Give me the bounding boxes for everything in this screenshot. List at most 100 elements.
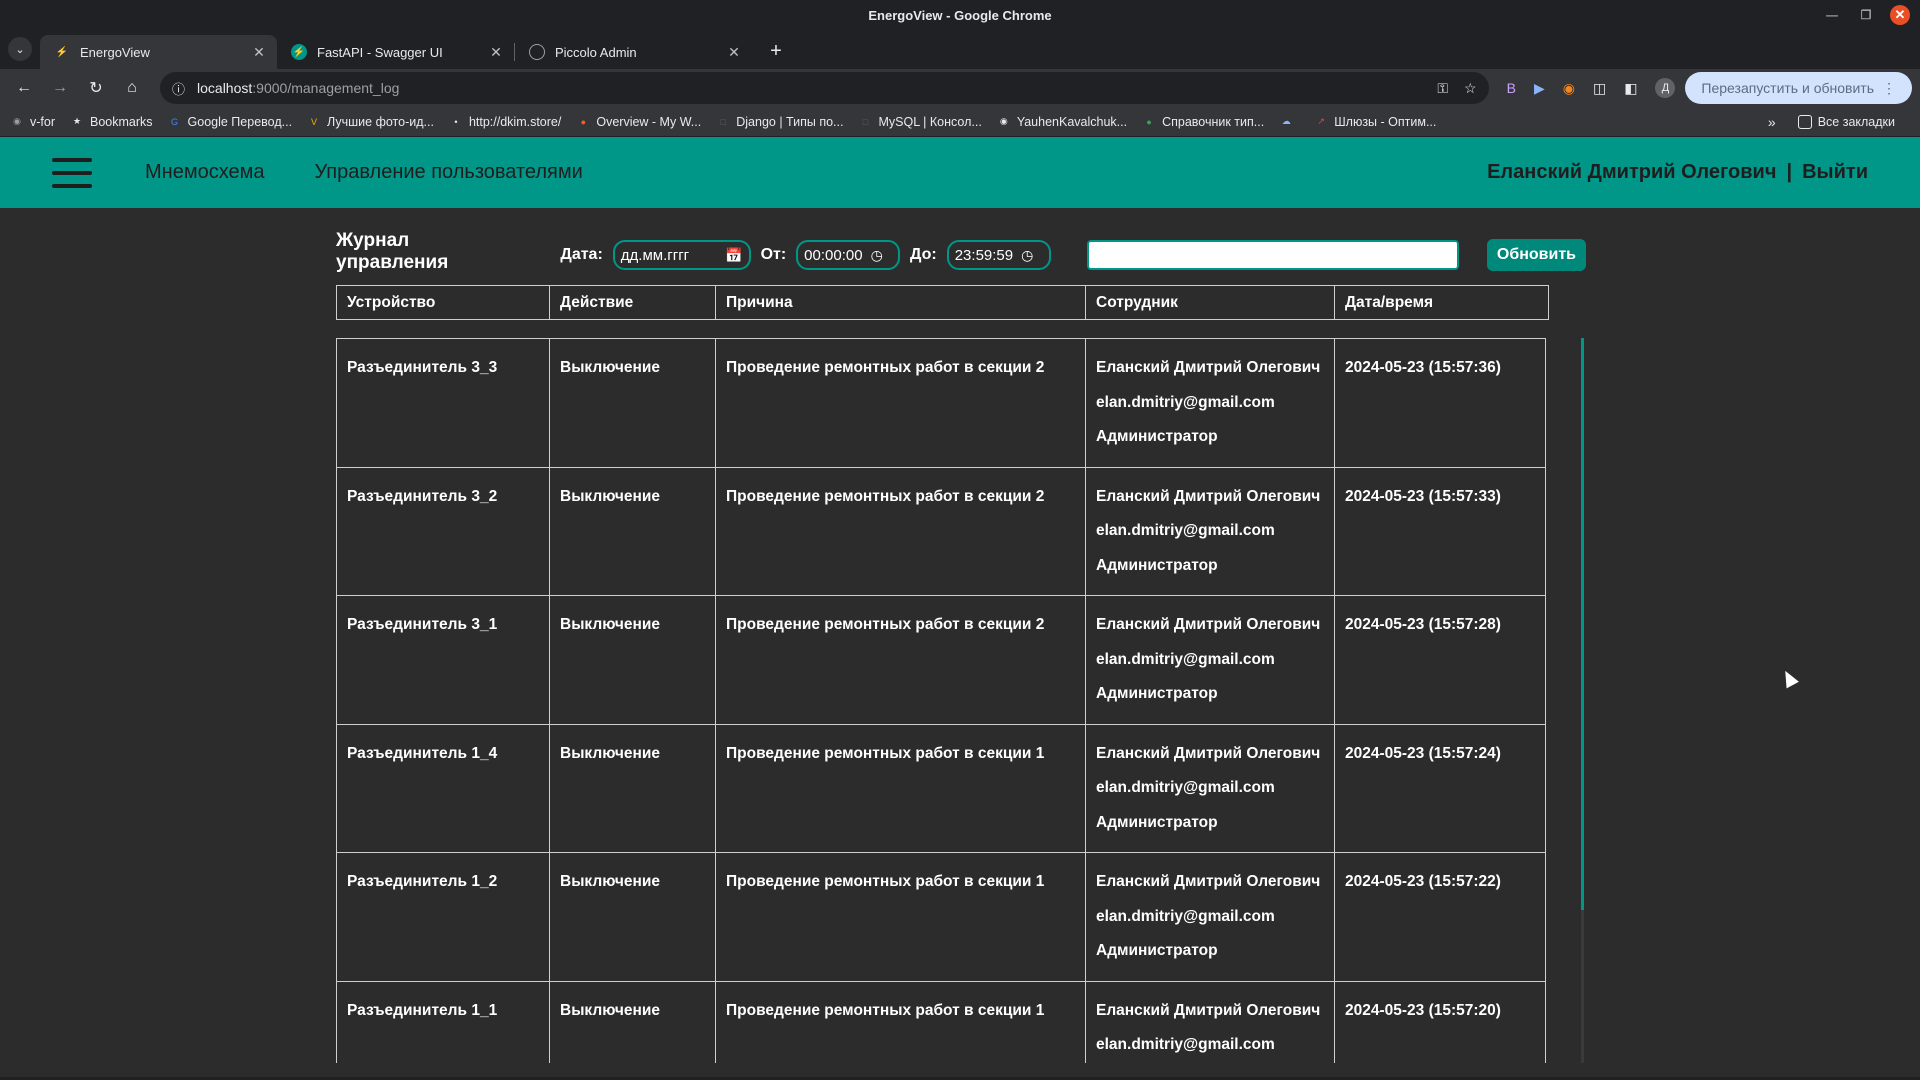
log-table-scroll-area[interactable]: Разъединитель 3_3 Выключение Проведение ре… bbox=[336, 338, 1546, 1063]
forward-arrow-icon[interactable]: → bbox=[44, 72, 76, 104]
site-info-icon[interactable]: ⓘ bbox=[172, 79, 185, 98]
cell-reason: Проведение ремонтных работ в секции 1 bbox=[726, 873, 1045, 890]
tab-close-icon[interactable]: ✕ bbox=[488, 44, 504, 61]
all-bookmarks-label: Все закладки bbox=[1817, 114, 1895, 129]
more-vertical-icon[interactable]: ⋮ bbox=[1882, 80, 1896, 97]
datetime-cell: 2024-05-23 (15:57:33) bbox=[1334, 466, 1546, 596]
overview-icon: ● bbox=[580, 116, 587, 127]
tab-search-chevron-icon[interactable]: ⌄ bbox=[8, 37, 32, 61]
bookmark-item[interactable]: V Лучшие фото-ид... bbox=[307, 115, 434, 129]
password-key-icon[interactable]: ⚿ bbox=[1437, 80, 1448, 97]
cell-action: Выключение bbox=[560, 744, 661, 762]
page-icon: □ bbox=[862, 116, 869, 127]
reload-icon[interactable]: ↻ bbox=[80, 72, 112, 104]
cell-role: Администратор bbox=[1096, 685, 1218, 702]
reason-cell: Проведение ремонтных работ в секции 1 bbox=[715, 852, 1086, 982]
reason-cell: Проведение ремонтных работ в секции 1 bbox=[715, 723, 1086, 853]
management-log-page: Журнал управления Дата: дд.мм.гггг 📅 От:… bbox=[0, 208, 1920, 1063]
device-cell: Разъединитель 1_1 bbox=[336, 980, 550, 1063]
nav-mnemoscheme[interactable]: Мнемосхема bbox=[145, 161, 264, 184]
bookmark-star-icon[interactable]: ☆ bbox=[1464, 80, 1477, 97]
bookmark-item[interactable]: ★ Bookmarks bbox=[70, 115, 153, 129]
clock-icon[interactable]: ◷ bbox=[871, 247, 883, 264]
employee-cell: Еланский Дмитрий Олегович elan.dmitriy@gm… bbox=[1085, 466, 1335, 596]
datetime-cell: 2024-05-23 (15:57:22) bbox=[1334, 852, 1546, 982]
action-cell: Выключение bbox=[549, 723, 716, 853]
cell-datetime: 2024-05-23 (15:57:36) bbox=[1345, 359, 1501, 376]
maximize-icon[interactable]: ❐ bbox=[1856, 5, 1876, 25]
action-cell: Выключение bbox=[549, 466, 716, 596]
bookmark-item[interactable]: □ MySQL | Консол... bbox=[858, 115, 982, 129]
bookmark-item[interactable]: ◉ YauhenKavalchuk... bbox=[997, 115, 1127, 129]
all-bookmarks-folder[interactable]: Все закладки bbox=[1797, 114, 1895, 129]
cell-device: Разъединитель 3_3 bbox=[347, 359, 498, 376]
bookmark-label: Django | Типы по... bbox=[736, 114, 844, 129]
fox-extension-icon[interactable]: ◉ bbox=[1563, 80, 1575, 97]
tab-strip: ⌄ ⚡ EnergoView ✕ ⚡ FastAPI - Swagger UI … bbox=[0, 30, 1920, 69]
hamburger-menu-icon[interactable] bbox=[52, 157, 92, 188]
more-bookmarks-chevron-icon[interactable]: » bbox=[1768, 114, 1776, 130]
cell-email: elan.dmitriy@gmail.com bbox=[1096, 907, 1275, 925]
cell-email: elan.dmitriy@gmail.com bbox=[1096, 650, 1275, 668]
datetime-cell: 2024-05-23 (15:57:28) bbox=[1334, 595, 1546, 725]
clock-icon[interactable]: ◷ bbox=[1021, 247, 1033, 264]
play-extension-icon[interactable]: ▶ bbox=[1534, 80, 1545, 97]
back-arrow-icon[interactable]: ← bbox=[8, 72, 40, 104]
puzzle-extensions-icon[interactable]: ◫ bbox=[1593, 80, 1606, 97]
tab-title: Piccolo Admin bbox=[555, 44, 637, 60]
new-tab-plus-icon[interactable]: + bbox=[764, 40, 788, 63]
tab-close-icon[interactable]: ✕ bbox=[726, 44, 742, 61]
bookmark-item[interactable]: • http://dkim.store/ bbox=[449, 115, 561, 129]
folder-icon bbox=[1797, 114, 1812, 129]
tab-energoview[interactable]: ⚡ EnergoView ✕ bbox=[40, 35, 277, 69]
tab-swagger[interactable]: ⚡ FastAPI - Swagger UI ✕ bbox=[277, 35, 514, 69]
cell-email: elan.dmitriy@gmail.com bbox=[1096, 779, 1275, 796]
cell-reason: Проведение ремонтных работ в секции 1 bbox=[726, 744, 1045, 762]
action-cell: Выключение bbox=[549, 595, 716, 725]
scrollbar-thumb[interactable] bbox=[1581, 338, 1584, 910]
device-cell: Разъединитель 3_2 bbox=[336, 466, 550, 596]
page-title: Журнал управления bbox=[336, 230, 449, 273]
calendar-icon[interactable]: 📅 bbox=[725, 247, 742, 264]
bookmark-item[interactable]: G Google Перевод... bbox=[168, 115, 292, 129]
bookmark-item[interactable]: ● Справочник тип... bbox=[1142, 115, 1264, 129]
bookmark-label: Шлюзы - Оптим... bbox=[1334, 114, 1437, 129]
cell-datetime: 2024-05-23 (15:57:20) bbox=[1345, 1001, 1501, 1019]
employee-cell: Еланский Дмитрий Олегович elan.dmitriy@gm… bbox=[1085, 723, 1335, 853]
cell-email: elan.dmitriy@gmail.com bbox=[1096, 522, 1275, 539]
tab-piccolo-admin[interactable]: Piccolo Admin ✕ bbox=[515, 35, 752, 69]
tab-close-icon[interactable]: ✕ bbox=[251, 44, 267, 61]
bookmark-item[interactable]: ↗ Шлюзы - Оптим... bbox=[1314, 115, 1436, 129]
home-icon[interactable]: ⌂ bbox=[116, 72, 148, 104]
time-from-input[interactable]: 00:00:00 ◷ bbox=[796, 240, 901, 270]
nav-user-management[interactable]: Управление пользователями bbox=[314, 161, 582, 184]
minimize-icon[interactable]: — bbox=[1822, 5, 1842, 25]
vk-extension-icon[interactable]: В bbox=[1507, 80, 1516, 96]
bookmark-item[interactable]: ● Overview - My W... bbox=[576, 115, 702, 129]
column-header-device: Устройство bbox=[336, 285, 550, 320]
side-panel-icon[interactable]: ◧ bbox=[1624, 80, 1637, 97]
date-input[interactable]: дд.мм.гггг 📅 bbox=[612, 240, 751, 270]
bookmark-item[interactable]: ◉ v-for bbox=[10, 115, 55, 129]
cell-reason: Проведение ремонтных работ в секции 2 bbox=[726, 359, 1045, 376]
log-table-body: Разъединитель 3_3 Выключение Проведение ре… bbox=[336, 338, 1546, 1063]
star-icon: ★ bbox=[72, 116, 82, 126]
table-scrollbar[interactable] bbox=[1581, 338, 1584, 1063]
reason-cell: Проведение ремонтных работ в секции 1 bbox=[715, 980, 1086, 1063]
search-input[interactable] bbox=[1086, 240, 1459, 270]
action-cell: Выключение bbox=[549, 852, 716, 982]
time-to-input[interactable]: 23:59:59 ◷ bbox=[946, 240, 1051, 270]
table-row: Разъединитель 3_3 Выключение Проведение ре… bbox=[336, 338, 1546, 468]
cell-datetime: 2024-05-23 (15:57:24) bbox=[1345, 744, 1501, 762]
datetime-cell: 2024-05-23 (15:57:24) bbox=[1334, 723, 1546, 853]
logout-link[interactable]: Выйти bbox=[1802, 161, 1868, 184]
profile-avatar[interactable]: Д bbox=[1655, 78, 1676, 98]
bookmark-item[interactable]: ☁ bbox=[1279, 115, 1299, 129]
bookmark-label: http://dkim.store/ bbox=[468, 114, 562, 129]
relaunch-update-button[interactable]: Перезапустить и обновить ⋮ bbox=[1685, 72, 1912, 104]
refresh-button[interactable]: Обновить bbox=[1486, 239, 1586, 271]
bookmark-item[interactable]: □ Django | Типы по... bbox=[716, 114, 844, 129]
device-cell: Разъединитель 3_1 bbox=[336, 595, 550, 725]
address-bar[interactable]: ⓘ localhost:9000/management_log ⚿ ☆ bbox=[160, 72, 1489, 104]
close-window-icon[interactable]: ✕ bbox=[1890, 5, 1910, 25]
